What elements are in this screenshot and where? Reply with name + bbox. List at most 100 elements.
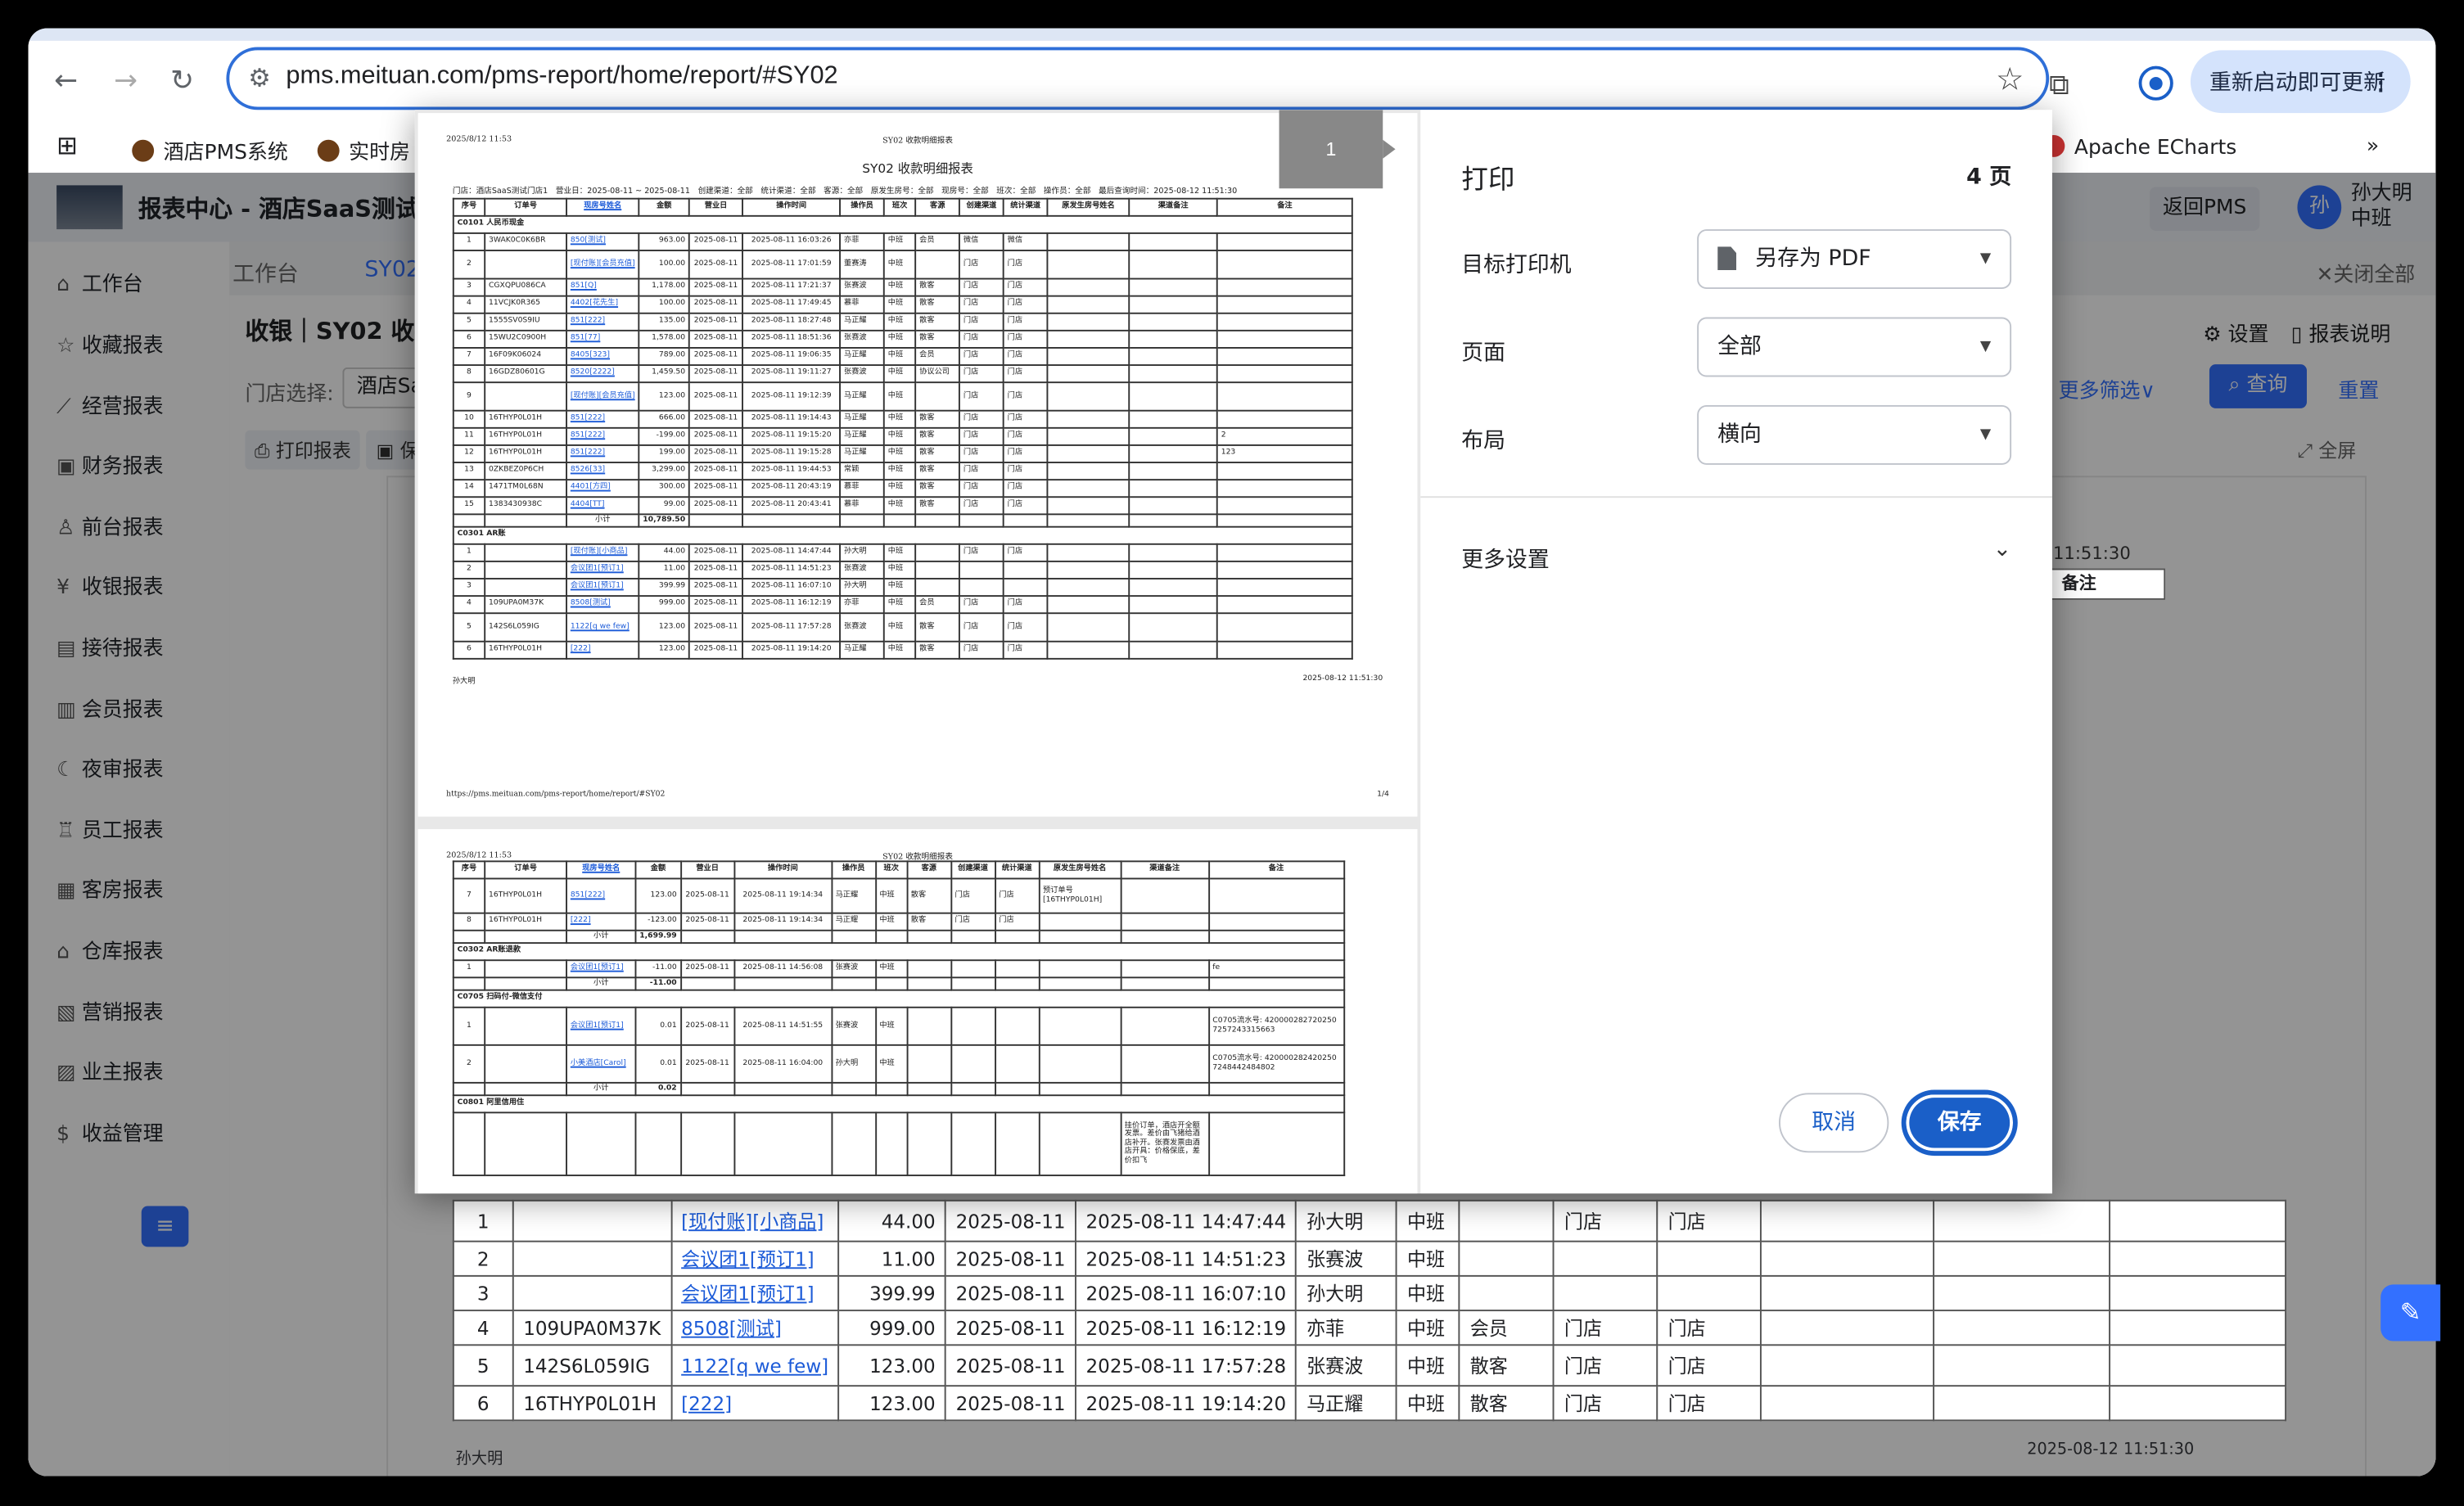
update-button[interactable]: 重新启动即可更新 ⋮ bbox=[2190, 50, 2411, 114]
table-cell[interactable]: 会议团1[预订1] bbox=[670, 1274, 840, 1312]
preview-url: https://pms.meituan.com/pms-report/home/… bbox=[446, 791, 666, 800]
table-cell bbox=[1002, 578, 1049, 597]
table-cell[interactable]: 1122[q we few] bbox=[670, 1344, 840, 1387]
table-cell: 2025-08-11 14:51:23 bbox=[742, 560, 842, 579]
table-cell: 2025-08-11 16:03:26 bbox=[742, 232, 842, 251]
table-cell: 963.00 bbox=[638, 232, 690, 251]
table-cell: CGXQPU086CA bbox=[484, 277, 567, 297]
table-cell[interactable]: [现付账][小商品] bbox=[670, 1199, 840, 1242]
table-row: 2 [现付账][会员充值] 100.00 2025-08-11 2025-08-11 1… bbox=[452, 250, 1353, 280]
table-cell: 渠道备注 bbox=[1128, 197, 1218, 217]
table-cell: 2025-08-11 bbox=[688, 543, 744, 562]
forward-icon[interactable]: → bbox=[107, 63, 145, 101]
table-cell bbox=[950, 959, 996, 979]
table-cell bbox=[484, 560, 567, 579]
table-cell: 创建渠道 bbox=[959, 197, 1004, 217]
profile-icon[interactable]: ● bbox=[2138, 65, 2173, 101]
print-preview[interactable]: 2025/8/12 11:53 SY02 收款明细报表 SY02 收款明细报表 … bbox=[414, 110, 1421, 1194]
table-cell: 马正耀 bbox=[839, 347, 885, 367]
bookmark-item[interactable]: 酒店PMS系统 bbox=[132, 135, 288, 165]
bg-footer-user: 孙大明 bbox=[455, 1450, 503, 1468]
table-cell: 会议团1[预订1] bbox=[566, 560, 640, 579]
menu-icon[interactable]: ⋮ bbox=[2370, 50, 2392, 113]
table-cell bbox=[1207, 929, 1345, 945]
pages-select[interactable]: 全部 ▼ bbox=[1697, 317, 2012, 377]
save-button[interactable]: 保存 bbox=[1901, 1089, 2018, 1157]
table-cell: 2025-08-11 bbox=[688, 329, 744, 349]
bookmark-item[interactable]: 实时房 bbox=[317, 135, 410, 165]
table-cell: 统计渠道 bbox=[1002, 197, 1049, 217]
table-row: 2 会议团1[预订1] 11.00 2025-08-11 2025-08-11 14:5… bbox=[452, 560, 1353, 579]
more-settings-toggle[interactable]: 更多设置 bbox=[1461, 543, 1549, 575]
table-row: 7 16F09K06024 8405[323] 789.00 2025-08-11 202… bbox=[452, 347, 1353, 367]
table-cell bbox=[2110, 1310, 2287, 1346]
table-cell: 851[222] bbox=[566, 312, 640, 331]
table-cell bbox=[1046, 277, 1130, 297]
table-cell bbox=[1207, 1081, 1345, 1097]
table-cell: 2025-08-11 17:49:45 bbox=[742, 295, 842, 314]
table-cell[interactable]: 会议团1[预订1] bbox=[670, 1240, 840, 1277]
table-cell: 2025-08-11 bbox=[945, 1344, 1076, 1387]
table-cell[interactable]: [222] bbox=[670, 1385, 840, 1422]
table-cell: 2025-08-11 bbox=[688, 364, 744, 384]
table-cell: 慕菲 bbox=[839, 496, 885, 516]
table-cell bbox=[484, 578, 567, 597]
table-cell bbox=[950, 976, 996, 991]
table-cell: 5 bbox=[452, 612, 486, 643]
reload-icon[interactable]: ↻ bbox=[164, 63, 201, 101]
table-cell: 门店 bbox=[1002, 250, 1049, 280]
extensions-icon[interactable]: ⧉ bbox=[2049, 69, 2069, 101]
table-cell: 851[Q] bbox=[566, 277, 640, 297]
table-cell bbox=[1216, 479, 1353, 498]
printer-select[interactable]: 另存为 PDF ▼ bbox=[1697, 229, 2012, 290]
table-cell bbox=[688, 513, 744, 528]
layout-select[interactable]: 横向 ▼ bbox=[1697, 404, 2012, 465]
table-cell: 8 bbox=[452, 364, 486, 384]
table-cell: 孙大明 bbox=[1295, 1274, 1398, 1312]
table-cell bbox=[484, 543, 567, 562]
table-cell: 中班 bbox=[882, 277, 917, 297]
table-cell: 8405[323] bbox=[566, 347, 640, 367]
table-cell bbox=[484, 976, 567, 991]
table-cell[interactable]: 8508[测试] bbox=[670, 1310, 840, 1346]
table-cell: 中班 bbox=[882, 329, 917, 349]
table-cell: 2025-08-11 19:06:35 bbox=[742, 347, 842, 367]
table-cell bbox=[914, 560, 961, 579]
bookmark-star-icon[interactable]: ☆ bbox=[1996, 60, 2024, 97]
feedback-icon[interactable]: ✎ bbox=[2381, 1284, 2441, 1341]
table-cell: 1 bbox=[452, 1199, 514, 1242]
table-cell: 666.00 bbox=[638, 409, 690, 429]
table-cell: 2025-08-11 bbox=[945, 1385, 1076, 1422]
bookmark-label: Apache ECharts bbox=[2074, 136, 2237, 160]
site-info-icon[interactable]: ⚙ bbox=[248, 63, 271, 92]
table-cell: 2025-08-11 19:14:20 bbox=[1075, 1385, 1297, 1422]
table-cell: 张赛波 bbox=[1295, 1344, 1398, 1387]
pdf-file-icon bbox=[1717, 246, 1737, 270]
bookmark-item[interactable]: Apache ECharts bbox=[2042, 134, 2237, 160]
table-cell: 马正耀 bbox=[839, 381, 885, 412]
back-icon[interactable]: ← bbox=[47, 63, 85, 101]
more-bookmarks-icon[interactable]: » bbox=[2367, 135, 2379, 159]
address-bar[interactable]: ⚙ pms.meituan.com/pms-report/home/report… bbox=[226, 47, 2050, 110]
table-cell bbox=[905, 929, 952, 945]
table-cell: 散客 bbox=[914, 295, 961, 314]
chevron-down-icon[interactable]: ⌄ bbox=[1993, 537, 2012, 562]
cancel-button[interactable]: 取消 bbox=[1778, 1093, 1889, 1153]
subtotal-row: 小计 10,789.50 bbox=[452, 513, 1353, 528]
table-cell: 851[222] bbox=[566, 409, 640, 429]
printer-label: 目标打印机 bbox=[1461, 252, 1572, 278]
table-cell: 16THYP0L01H bbox=[484, 444, 567, 463]
table-cell bbox=[1128, 543, 1218, 562]
table-cell: 851[222] bbox=[566, 444, 640, 463]
table-cell: 门店 bbox=[1002, 312, 1049, 331]
table-cell: 散客 bbox=[914, 479, 961, 498]
table-cell bbox=[1038, 929, 1121, 945]
table-row: 1 会议团1[预订1] -11.00 2025-08-11 2025-08-11 14:… bbox=[452, 959, 1345, 979]
table-cell bbox=[830, 976, 877, 991]
apps-icon[interactable]: ⊞ bbox=[56, 130, 78, 160]
table-cell: 16THYP0L01H bbox=[512, 1385, 672, 1422]
table-cell: 中班 bbox=[874, 959, 908, 979]
table-cell bbox=[1046, 232, 1130, 251]
table-cell bbox=[1934, 1385, 2111, 1422]
table-cell: 慕菲 bbox=[839, 479, 885, 498]
